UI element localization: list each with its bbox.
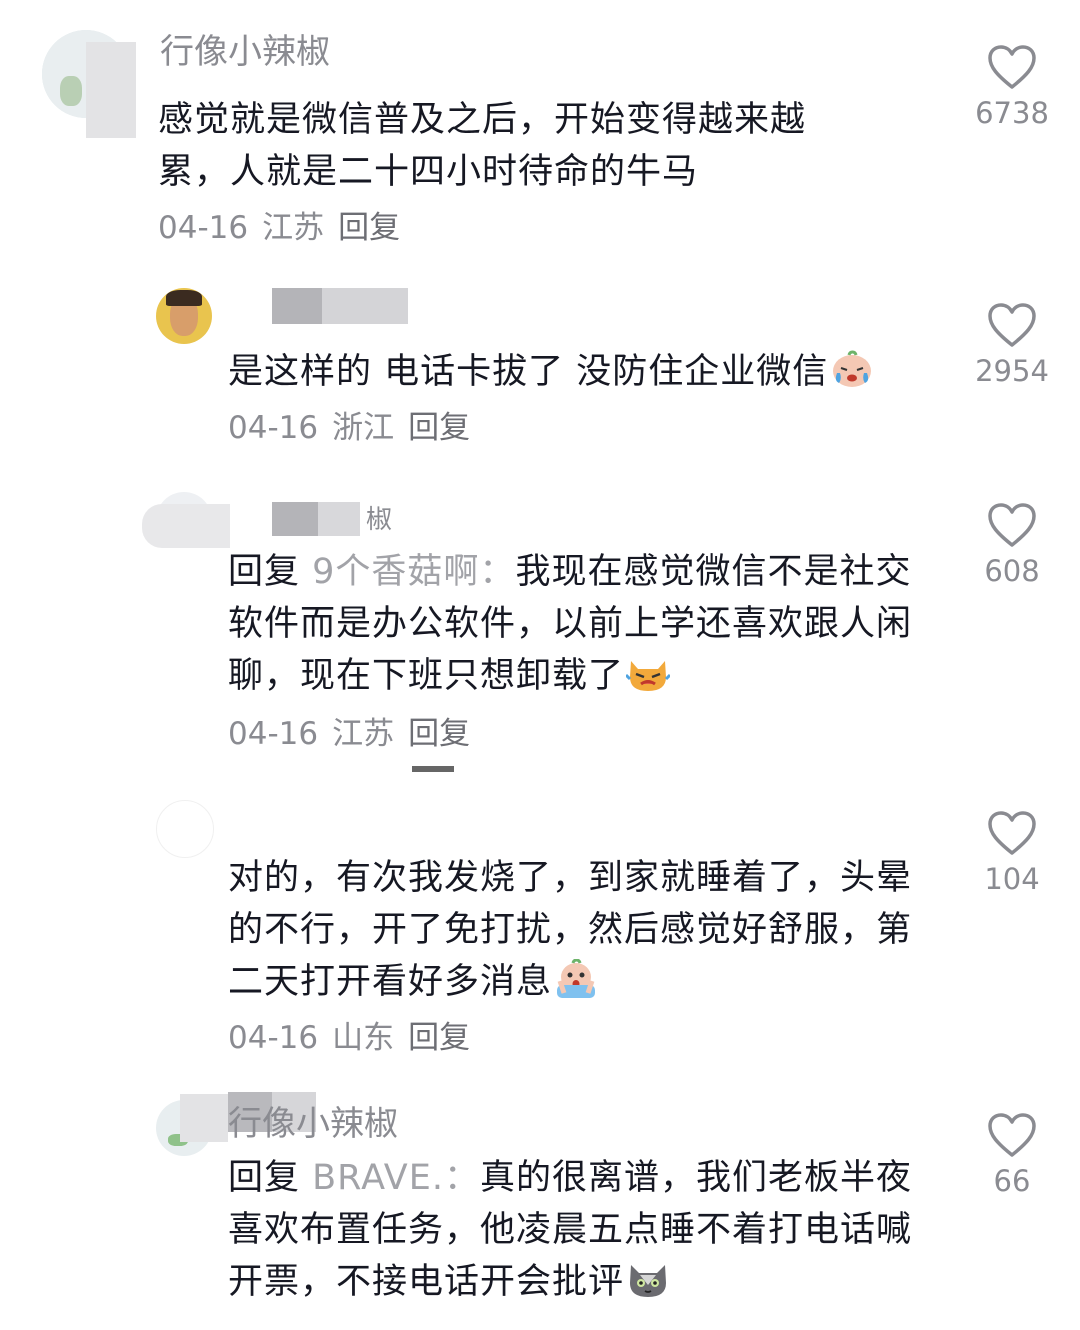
comment-date: 04-16 — [228, 1020, 319, 1056]
reply-target-username[interactable]: BRAVE.： — [312, 1158, 480, 1198]
comment-meta: 04-16 江苏 回复 — [158, 206, 414, 250]
angry-cat-emoji — [626, 661, 671, 691]
heart-outline-icon — [988, 303, 1036, 347]
comment-date: 04-16 — [228, 716, 319, 752]
blurred-username-mask — [272, 288, 322, 324]
blurred-username-mask — [142, 504, 230, 548]
comment-date: 04-16 — [228, 410, 319, 446]
reply-button[interactable]: 回复 — [408, 1020, 470, 1056]
like-count: 608 — [984, 554, 1040, 588]
comment-location: 江苏 — [332, 716, 395, 752]
blurred-username-mask — [322, 288, 408, 324]
heart-outline-icon — [988, 503, 1036, 547]
crying-face-emoji — [833, 350, 872, 387]
comment-item: 对的，有次我发烧了，到家就睡着了，头晕的不行，开了免打扰，然后感觉好舒服，第二天… — [0, 766, 1080, 1080]
username[interactable]: 行像小辣椒 — [160, 28, 380, 76]
blurred-username-mask — [86, 42, 136, 138]
comment-location: 江苏 — [262, 210, 325, 246]
comment-item: 是这样的 电话卡拔了 没防住企业微信 04-16 浙江 回复 2954 — [0, 270, 1080, 470]
comment-location: 浙江 — [332, 410, 395, 446]
avatar[interactable] — [156, 288, 212, 344]
comment-text-content: 是这样的 电话卡拔了 没防住企业微信 — [228, 352, 829, 392]
comment-item: 行像小辣椒 感觉就是微信普及之后，开始变得越来越累，人就是二十四小时待命的牛马 … — [0, 0, 1080, 270]
comment-text: 是这样的 电话卡拔了 没防住企业微信 — [228, 346, 938, 398]
reply-target-username[interactable]: 9个香菇啊： — [312, 552, 515, 592]
heart-outline-icon — [988, 811, 1036, 855]
avatar[interactable] — [156, 800, 214, 858]
username[interactable]: 椒 — [366, 496, 426, 544]
like-button[interactable]: 104 — [962, 810, 1062, 896]
comment-text: 对的，有次我发烧了，到家就睡着了，头晕的不行，开了免打扰，然后感觉好舒服，第二天… — [228, 852, 938, 1008]
like-button[interactable]: 608 — [962, 502, 1062, 588]
comment-item: 行像小辣椒 回复 BRAVE.：真的很离谱，我们老板半夜喜欢布置任务，他凌晨五点… — [0, 1080, 1080, 1330]
comment-text: 感觉就是微信普及之后，开始变得越来越累，人就是二十四小时待命的牛马 — [158, 94, 868, 198]
heart-outline-icon — [988, 1113, 1036, 1157]
username[interactable]: 行像小辣椒 — [228, 1100, 428, 1148]
blurred-username-mask — [318, 502, 360, 536]
like-count: 104 — [984, 862, 1040, 896]
comment-text: 回复 BRAVE.：真的很离谱，我们老板半夜喜欢布置任务，他凌晨五点睡不着打电话… — [228, 1152, 938, 1308]
like-button[interactable]: 2954 — [962, 302, 1062, 388]
blurred-username-mask — [272, 502, 318, 536]
heart-outline-icon — [988, 45, 1036, 89]
username[interactable] — [228, 282, 268, 330]
blurred-username-mask — [180, 1094, 228, 1142]
comment-text: 回复 9个香菇啊：我现在感觉微信不是社交软件而是办公软件，以前上学还喜欢跟人闲聊… — [228, 546, 938, 702]
reply-prefix: 回复 — [228, 1158, 301, 1198]
reply-button[interactable]: 回复 — [408, 716, 470, 752]
like-button[interactable]: 66 — [962, 1112, 1062, 1198]
blurred-username-mask — [412, 766, 454, 772]
like-count: 6738 — [975, 96, 1049, 130]
comment-text-content: 感觉就是微信普及之后，开始变得越来越累，人就是二十四小时待命的牛马 — [158, 100, 807, 192]
reply-prefix: 回复 — [228, 552, 301, 592]
like-button[interactable]: 6738 — [962, 44, 1062, 130]
comment-meta: 04-16 浙江 回复 — [228, 406, 484, 450]
gray-cat-emoji — [630, 1265, 667, 1297]
reply-button[interactable]: 回复 — [338, 210, 400, 246]
comment-item: 椒 回复 9个香菇啊：我现在感觉微信不是社交软件而是办公软件，以前上学还喜欢跟人… — [0, 470, 1080, 780]
like-count: 66 — [993, 1164, 1031, 1198]
comment-meta: 04-16 江苏 回复 — [228, 712, 484, 756]
screaming-face-emoji — [557, 959, 596, 998]
like-count: 2954 — [975, 354, 1049, 388]
comment-location: 山东 — [332, 1020, 395, 1056]
username[interactable] — [228, 796, 268, 844]
comment-meta: 04-16 山东 回复 — [228, 1016, 484, 1060]
reply-button[interactable]: 回复 — [408, 410, 470, 446]
comment-date: 04-16 — [158, 210, 249, 246]
